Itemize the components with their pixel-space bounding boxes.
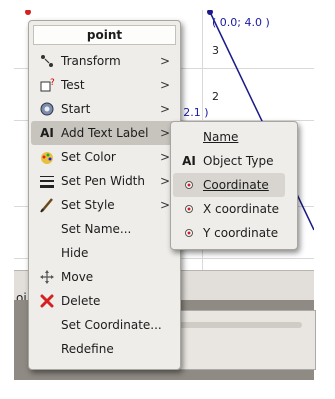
chevron-right-icon: > xyxy=(159,78,170,92)
transform-icon xyxy=(39,53,55,69)
y-axis-tick: 3 xyxy=(212,44,219,57)
chevron-right-icon: > xyxy=(159,174,170,188)
menu-item-label: Set Style xyxy=(61,198,115,212)
coordinate-label: ( 0.0; 4.0 ) xyxy=(212,16,270,29)
point-icon xyxy=(181,201,197,217)
pen-width-icon xyxy=(39,173,55,189)
menu-item-label: Hide xyxy=(61,246,89,260)
submenu-item-label: Coordinate xyxy=(203,178,269,192)
add-text-label-submenu: Name AI Object Type Coordinate X coordin… xyxy=(170,121,298,250)
menu-item-label: Set Coordinate... xyxy=(61,318,162,332)
submenu-item-label: Name xyxy=(203,130,239,144)
menu-item-set-color[interactable]: Set Color > xyxy=(31,145,178,169)
menu-item-delete[interactable]: Delete xyxy=(31,289,178,313)
submenu-item-object-type[interactable]: AI Object Type xyxy=(173,149,295,173)
chevron-right-icon: > xyxy=(159,54,170,68)
submenu-item-name[interactable]: Name xyxy=(173,125,295,149)
start-icon xyxy=(39,101,55,117)
delete-icon xyxy=(39,293,55,309)
menu-item-label: Set Color xyxy=(61,150,116,164)
menu-item-move[interactable]: Move xyxy=(31,265,178,289)
background-scrollbar xyxy=(172,322,302,328)
menu-item-label: Set Name... xyxy=(61,222,132,236)
menu-item-label: Move xyxy=(61,270,94,284)
menu-item-hide[interactable]: Hide xyxy=(31,241,178,265)
submenu-item-label: Y coordinate xyxy=(203,226,279,240)
submenu-item-x-coordinate[interactable]: X coordinate xyxy=(173,197,295,221)
point-icon xyxy=(181,225,197,241)
menu-item-label: Set Pen Width xyxy=(61,174,145,188)
menu-item-test[interactable]: ? Test > xyxy=(31,73,178,97)
text-label-icon: AI xyxy=(182,154,196,168)
menu-item-set-coordinate[interactable]: Set Coordinate... xyxy=(31,313,178,337)
style-icon xyxy=(39,197,55,213)
chevron-right-icon: > xyxy=(159,198,170,212)
svg-text:?: ? xyxy=(50,78,55,88)
menu-item-label: Test xyxy=(61,78,85,92)
submenu-item-label: Object Type xyxy=(203,154,274,168)
text-label-icon: AI xyxy=(40,126,54,140)
menu-item-label: Start xyxy=(61,102,91,116)
context-menu: point Transform > ? Test > Start > AI Ad… xyxy=(28,20,181,370)
menu-item-label: Delete xyxy=(61,294,101,308)
menu-item-add-text-label[interactable]: AI Add Text Label > xyxy=(31,121,178,145)
menu-item-label: Add Text Label xyxy=(61,126,149,140)
menu-item-start[interactable]: Start > xyxy=(31,97,178,121)
menu-item-set-name[interactable]: Set Name... xyxy=(31,217,178,241)
menu-item-label: Transform xyxy=(61,54,121,68)
menu-item-transform[interactable]: Transform > xyxy=(31,49,178,73)
color-icon xyxy=(39,149,55,165)
menu-item-set-style[interactable]: Set Style > xyxy=(31,193,178,217)
menu-item-set-pen-width[interactable]: Set Pen Width > xyxy=(31,169,178,193)
menu-item-redefine[interactable]: Redefine xyxy=(31,337,178,361)
background-panel xyxy=(164,310,316,370)
move-icon xyxy=(39,269,55,285)
point-icon xyxy=(181,177,197,193)
y-axis-tick: 2 xyxy=(212,90,219,103)
test-icon: ? xyxy=(39,77,55,93)
menu-title: point xyxy=(33,25,176,45)
submenu-item-coordinate[interactable]: Coordinate xyxy=(173,173,285,197)
submenu-item-y-coordinate[interactable]: Y coordinate xyxy=(173,221,295,245)
menu-item-label: Redefine xyxy=(61,342,114,356)
submenu-item-label: X coordinate xyxy=(203,202,280,216)
chevron-right-icon: > xyxy=(159,126,170,140)
chevron-right-icon: > xyxy=(159,150,170,164)
chevron-right-icon: > xyxy=(159,102,170,116)
